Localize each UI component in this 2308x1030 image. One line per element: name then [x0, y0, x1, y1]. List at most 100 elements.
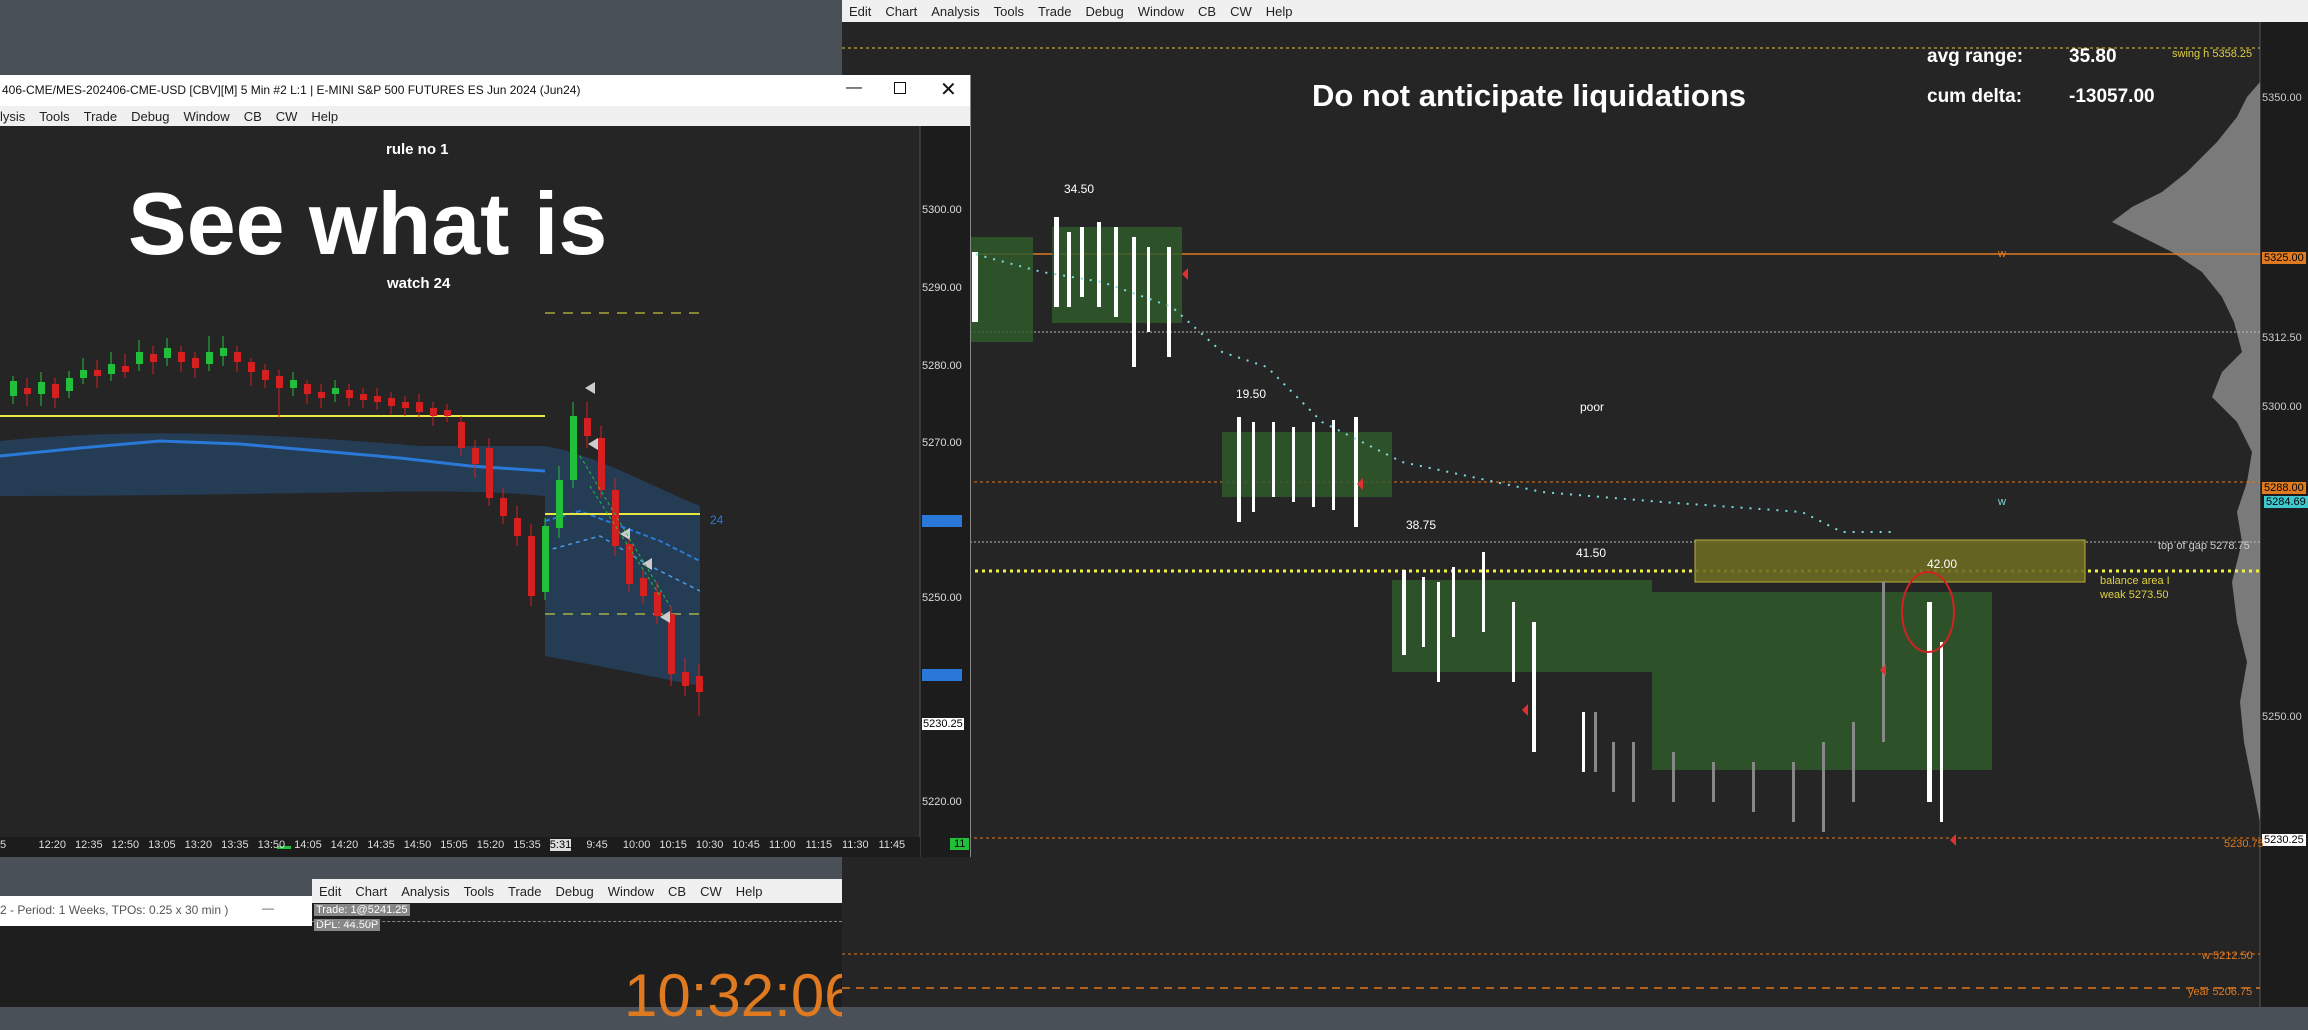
bottom-mid-window: Edit Chart Analysis Tools Trade Debug Wi… — [312, 879, 842, 1029]
big-text: See what is — [128, 174, 608, 273]
time-tick-label: 11:45 — [878, 839, 906, 851]
candle-body — [416, 402, 423, 412]
candle-body — [276, 376, 283, 388]
menu-item[interactable]: Edit — [312, 884, 348, 899]
range-label: 19.50 — [1236, 387, 1267, 401]
range-label: poor — [1580, 400, 1605, 414]
candle-body — [682, 672, 689, 686]
balance-area-label: balance area I weak 5273.50 — [2100, 575, 2170, 601]
menu-item[interactable]: Window — [176, 109, 236, 124]
candle-body — [220, 348, 227, 356]
menu-item[interactable]: lysis — [0, 109, 32, 124]
time-tick-label: 10:30 — [695, 839, 724, 851]
menu-item[interactable]: Debug — [124, 109, 176, 124]
candle-body — [234, 352, 241, 362]
time-tick-label: 13:20 — [184, 839, 213, 851]
menu-item[interactable]: Analysis — [394, 884, 456, 899]
time-tick-label: 13:50 — [257, 839, 286, 851]
menu-item[interactable]: Debug — [1078, 4, 1130, 19]
candle-body — [178, 352, 185, 362]
candle-body — [402, 402, 409, 408]
time-tick-label: 13:35 — [221, 839, 249, 851]
menu-item[interactable]: CW — [1223, 4, 1259, 19]
time-tick-label: 11:15 — [805, 839, 833, 851]
maximize-button[interactable] — [894, 82, 906, 94]
menu-item[interactable]: Window — [601, 884, 661, 899]
stat-value: -13057.00 — [2069, 86, 2155, 107]
candle-body — [696, 676, 703, 692]
menu-item[interactable]: Help — [304, 109, 345, 124]
candle-body — [668, 614, 675, 674]
menu-item[interactable]: CB — [1191, 4, 1223, 19]
range-label: w — [1998, 496, 2006, 508]
menu-item[interactable]: CB — [661, 884, 693, 899]
candle-body — [192, 358, 199, 368]
menu-item[interactable]: Trade — [501, 884, 548, 899]
menu-item[interactable]: Window — [1131, 4, 1191, 19]
menu-item[interactable]: Tools — [457, 884, 501, 899]
candle-body — [598, 438, 605, 490]
window-title: 406-CME/MES-202406-CME-USD [CBV][M] 5 Mi… — [2, 83, 581, 97]
level-label: w 5212.50 — [2202, 950, 2253, 962]
menu-item[interactable]: Tools — [987, 4, 1031, 19]
candle-body — [528, 536, 535, 596]
time-tick-label: 11:00 — [768, 839, 796, 851]
candle-body — [430, 408, 437, 416]
candle-body — [290, 380, 297, 388]
candle-body — [304, 384, 311, 394]
time-tick-label: 12:35 — [75, 839, 103, 851]
minimize-button[interactable]: — — [262, 901, 274, 915]
time-tick-label: 10:00 — [622, 839, 651, 851]
candle-body — [248, 362, 255, 372]
candle-body — [500, 498, 507, 516]
menu-item[interactable]: Edit — [842, 4, 878, 19]
time-tick-label: 13:05 — [148, 839, 176, 851]
right-chart-canvas[interactable] — [842, 22, 2308, 1007]
axis-marker-white: 5230.25 — [2262, 834, 2306, 846]
stat-label: avg range: — [1927, 46, 2024, 67]
stat-value: 35.80 — [2069, 46, 2117, 67]
candle-body — [94, 370, 101, 376]
clock-display: 10:32:06 — [624, 962, 842, 1029]
volume-profile — [2112, 82, 2260, 822]
time-tick-label: 12:20 — [38, 839, 67, 851]
time-tick-label: 14:35 — [367, 839, 395, 851]
menu-item[interactable]: Chart — [878, 4, 924, 19]
right-menu-bar: Edit Chart Analysis Tools Trade Debug Wi… — [842, 0, 2308, 22]
close-button[interactable]: ✕ — [940, 77, 957, 102]
menu-item[interactable]: CB — [237, 109, 269, 124]
bottom-left-window: 2 - Period: 1 Weeks, TPOs: 0.25 x 30 min… — [0, 896, 312, 1007]
menu-item[interactable]: Debug — [548, 884, 600, 899]
menu-item[interactable]: Trade — [77, 109, 124, 124]
menu-item[interactable]: CW — [269, 109, 305, 124]
candle-body — [262, 370, 269, 380]
candle-body — [24, 388, 31, 394]
menu-item[interactable]: Help — [729, 884, 770, 899]
candle-body — [164, 348, 171, 358]
left-title-bar: 406-CME/MES-202406-CME-USD [CBV][M] 5 Mi… — [0, 75, 970, 106]
time-axis-labels: 5 12:20 12:35 12:50 13:05 13:20 13:35 13:50 14:0… — [0, 837, 920, 857]
candle-body — [626, 544, 633, 584]
time-tick-label: 9:45 — [586, 839, 608, 851]
minimize-button[interactable]: — — [846, 79, 862, 97]
left-price-axis — [920, 126, 970, 857]
menu-item[interactable]: Tools — [32, 109, 76, 124]
right-chart-window: Edit Chart Analysis Tools Trade Debug Wi… — [842, 0, 2308, 1007]
menu-item[interactable]: Help — [1259, 4, 1300, 19]
candle-body — [472, 448, 479, 464]
candle-body — [570, 416, 577, 480]
candle-body — [332, 388, 339, 394]
axis-marker-orange: 5325.00 — [2262, 252, 2306, 264]
candle-body — [556, 480, 563, 528]
axis-marker: 5312.50 — [2262, 332, 2302, 344]
menu-item[interactable]: Trade — [1031, 4, 1078, 19]
menu-item[interactable]: Analysis — [924, 4, 986, 19]
menu-item[interactable]: CW — [693, 884, 729, 899]
menu-item[interactable]: Chart — [348, 884, 394, 899]
candle-body — [136, 352, 143, 364]
candle-body — [10, 381, 17, 396]
time-tick-label: 15:20 — [476, 839, 505, 851]
time-tick-label: 14:05 — [294, 839, 322, 851]
level-label: year 5206.75 — [2188, 986, 2253, 998]
candle-body — [584, 418, 591, 436]
